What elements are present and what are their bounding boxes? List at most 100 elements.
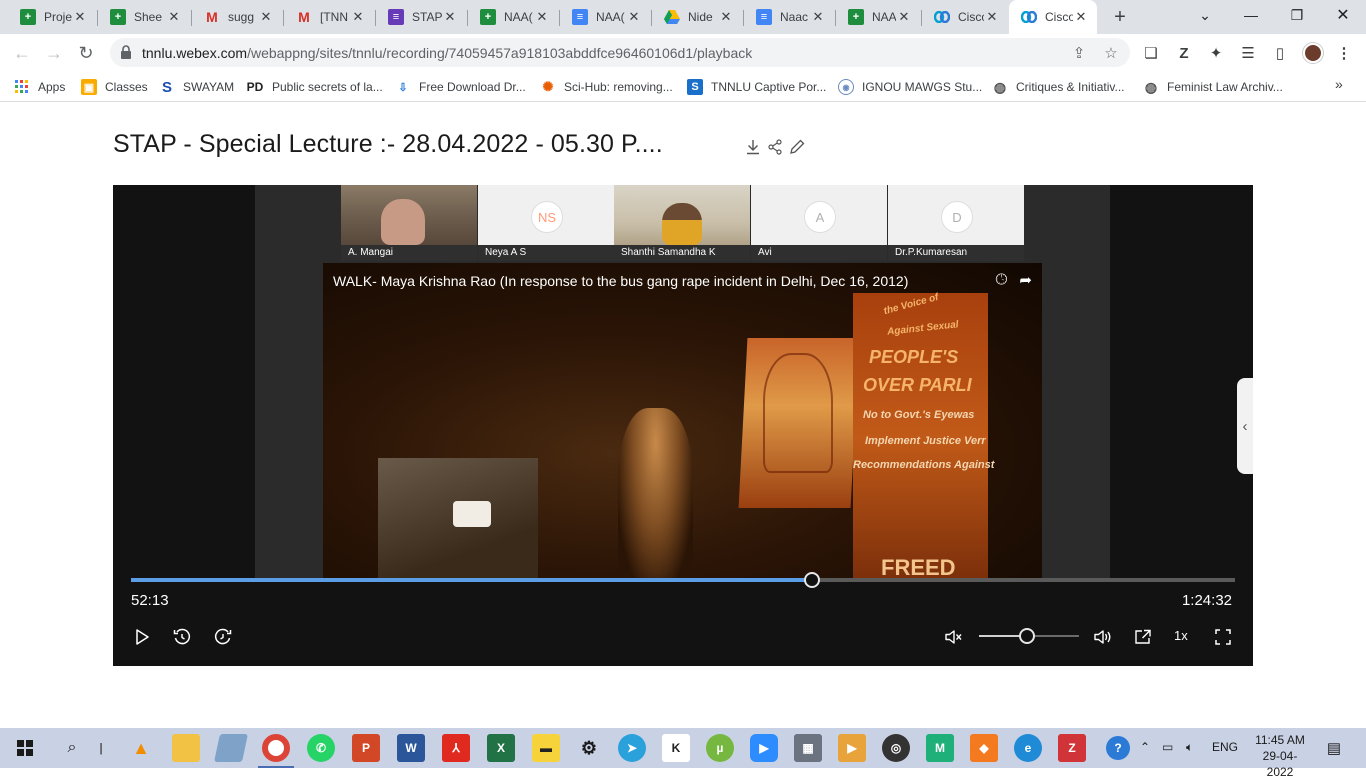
share-icon[interactable] — [765, 137, 785, 157]
bookmark-feminist-law[interactable]: ◍ Feminist Law Archiv... — [1143, 77, 1283, 97]
browser-tab[interactable]: M sugg ✕ — [192, 0, 282, 34]
bookmark-public-secrets[interactable]: PD Public secrets of la... — [246, 77, 383, 97]
seek-bar[interactable] — [131, 572, 1235, 588]
browser-tab[interactable]: + NAA( ✕ — [836, 0, 920, 34]
forward-10-icon[interactable] — [212, 626, 234, 648]
word-icon[interactable]: W — [397, 734, 425, 762]
close-tab-icon[interactable]: ✕ — [1073, 9, 1089, 25]
battery-icon[interactable]: ▭ — [1162, 740, 1173, 754]
close-tab-icon[interactable]: ✕ — [442, 9, 458, 25]
app-m-icon[interactable]: M — [926, 734, 954, 762]
close-tab-icon[interactable]: ✕ — [626, 9, 642, 25]
new-tab-plus-icon[interactable]: + — [1108, 5, 1132, 29]
mute-icon[interactable] — [943, 626, 965, 648]
app-red-icon[interactable]: Z — [1058, 734, 1086, 762]
side-panel-icon[interactable]: ▯ — [1270, 43, 1290, 63]
minimize-icon[interactable]: — — [1228, 0, 1274, 30]
volume-handle[interactable] — [1019, 628, 1035, 644]
playback-speed-button[interactable]: 1x — [1174, 628, 1188, 643]
address-bar[interactable]: tnnlu.webex.com/webappng/sites/tnnlu/rec… — [110, 38, 1130, 67]
browser-tab-active[interactable]: Cisco ✕ — [1009, 0, 1097, 34]
bookmark-free-download[interactable]: ⇩ Free Download Dr... — [395, 77, 525, 97]
tray-chevron-icon[interactable]: ⌃ — [1140, 740, 1150, 754]
volume-slider[interactable] — [979, 628, 1079, 644]
close-tab-icon[interactable]: ✕ — [718, 9, 734, 25]
close-window-icon[interactable]: ✕ — [1320, 0, 1366, 30]
profile-avatar[interactable] — [1303, 43, 1323, 63]
bookmark-apps[interactable]: Apps — [14, 77, 65, 97]
close-tab-icon[interactable]: ✕ — [72, 9, 88, 25]
browser-tab[interactable]: ≡ Naac ✕ — [744, 0, 834, 34]
bookmark-star-icon[interactable]: ☆ — [1102, 44, 1120, 62]
browser-tab[interactable]: + NAA( ✕ — [468, 0, 558, 34]
volume-up-icon[interactable] — [1092, 626, 1114, 648]
close-tab-icon[interactable]: ✕ — [896, 9, 912, 25]
bookmark-classes[interactable]: ▣ Classes — [81, 77, 148, 97]
restore-icon[interactable]: ❐ — [1274, 0, 1320, 30]
back-arrow-icon[interactable]: ← — [9, 40, 35, 66]
close-tab-icon[interactable]: ✕ — [984, 9, 1000, 25]
play-icon[interactable] — [131, 626, 153, 648]
pop-out-icon[interactable] — [1132, 626, 1154, 648]
bookmark-tnnlu-portal[interactable]: S TNNLU Captive Por... — [687, 77, 826, 97]
whatsapp-icon[interactable]: ✆ — [307, 734, 335, 762]
taskbar-clock[interactable]: 11:45 AM 29-04-2022 — [1250, 732, 1310, 780]
close-tab-icon[interactable]: ✕ — [810, 9, 826, 25]
settings-gear-icon[interactable]: ⚙ — [575, 734, 603, 762]
notifications-icon[interactable]: ▤ — [1320, 734, 1348, 762]
share-page-icon[interactable]: ⇪ — [1070, 44, 1088, 62]
close-tab-icon[interactable]: ✕ — [350, 9, 366, 25]
edge-icon[interactable]: e — [1014, 734, 1042, 762]
rewind-10-icon[interactable] — [171, 626, 193, 648]
video-player[interactable]: A. Mangai NS Neya A S Shanthi Samandha K… — [113, 185, 1253, 666]
bookmark-swayam[interactable]: S SWAYAM — [159, 77, 234, 97]
reading-list-icon[interactable]: ☰ — [1238, 43, 1258, 63]
excel-icon[interactable]: X — [487, 734, 515, 762]
utorrent-icon[interactable]: µ — [706, 734, 734, 762]
bookmarks-overflow-chevron-icon[interactable]: » — [1335, 76, 1343, 92]
browser-tab[interactable]: + Shee ✕ — [98, 0, 190, 34]
obs-icon[interactable]: ◎ — [882, 734, 910, 762]
zotero-extension-icon[interactable]: Z — [1174, 43, 1194, 63]
app-k-icon[interactable]: K — [662, 734, 690, 762]
bookmark-critiques[interactable]: ◍ Critiques & Initiativ... — [992, 77, 1125, 97]
telegram-icon[interactable]: ➤ — [618, 734, 646, 762]
reload-icon[interactable]: ↻ — [73, 40, 99, 66]
chrome-icon[interactable] — [262, 734, 290, 762]
close-tab-icon[interactable]: ✕ — [534, 9, 550, 25]
powerpoint-icon[interactable]: P — [352, 734, 380, 762]
zoom-icon[interactable]: ▶ — [750, 734, 778, 762]
fullscreen-icon[interactable] — [1212, 626, 1234, 648]
bookmark-ignou[interactable]: ◉ IGNOU MAWGS Stu... — [838, 77, 982, 97]
extension-copy-icon[interactable]: ❏ — [1141, 43, 1161, 63]
close-tab-icon[interactable]: ✕ — [166, 9, 182, 25]
browser-tab[interactable]: Nide ✕ — [652, 0, 742, 34]
edit-pencil-icon[interactable] — [787, 137, 807, 157]
chrome-menu-kebab-icon[interactable]: ⋮ — [1334, 43, 1354, 63]
side-panel-toggle-chevron-icon[interactable]: ‹ — [1237, 378, 1253, 474]
pdf-reader-icon[interactable]: ⅄ — [442, 734, 470, 762]
calculator-icon[interactable]: ▦ — [794, 734, 822, 762]
search-icon[interactable]: ⌕ — [58, 734, 86, 762]
close-tab-icon[interactable]: ✕ — [258, 9, 274, 25]
volume-tray-icon[interactable]: 🔈︎ — [1186, 740, 1193, 755]
browser-tab[interactable]: + Proje ✕ — [8, 0, 96, 34]
browser-tab[interactable]: M [TNN ✕ — [284, 0, 374, 34]
windows-start-icon[interactable] — [11, 734, 39, 762]
download-icon[interactable] — [743, 137, 763, 157]
language-indicator[interactable]: ENG — [1212, 740, 1238, 754]
tab-search-chevron-icon[interactable]: ⌄ — [1182, 0, 1228, 30]
browser-tab[interactable]: ≡ STAP ✕ — [376, 0, 466, 34]
file-explorer-icon[interactable] — [172, 734, 200, 762]
sticky-notes-icon[interactable]: ▬ — [532, 734, 560, 762]
help-icon[interactable]: ? — [1106, 736, 1130, 760]
vlc-icon[interactable]: ▲ — [127, 734, 155, 762]
media-player-icon[interactable]: ▶ — [838, 734, 866, 762]
seek-handle[interactable] — [804, 572, 821, 588]
forward-arrow-icon[interactable]: → — [41, 40, 67, 66]
browser-tab[interactable]: ≡ NAA( ✕ — [560, 0, 650, 34]
app-grid-icon[interactable]: ◆ — [970, 734, 998, 762]
browser-tab[interactable]: Cisco ✕ — [922, 0, 1008, 34]
extensions-puzzle-icon[interactable]: ✦ — [1206, 43, 1226, 63]
bookmark-scihub[interactable]: ✺ Sci-Hub: removing... — [540, 77, 673, 97]
